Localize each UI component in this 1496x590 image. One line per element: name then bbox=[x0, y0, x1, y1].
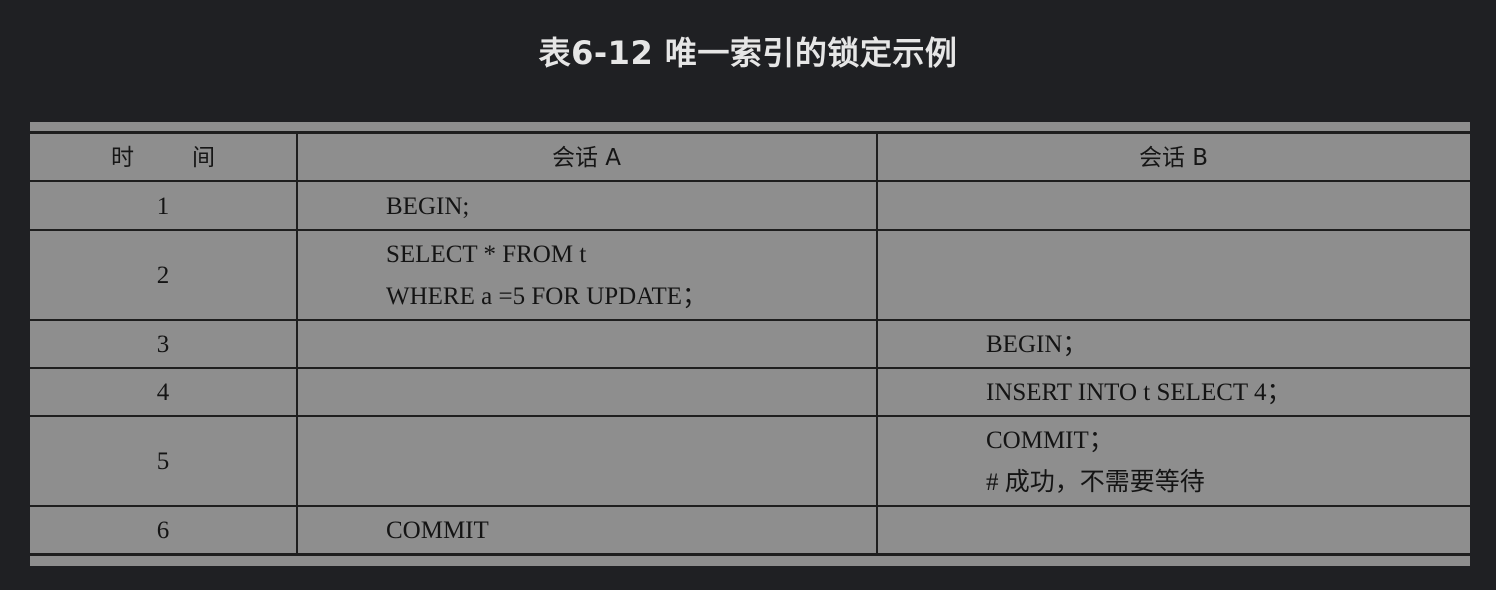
time-cell: 6 bbox=[156, 517, 170, 544]
time-cell: 5 bbox=[156, 448, 170, 475]
session-b-line: COMMIT； bbox=[986, 427, 1114, 454]
header-rule bbox=[30, 180, 1470, 182]
session-a-line: COMMIT bbox=[386, 517, 489, 544]
session-b-line: BEGIN； bbox=[986, 331, 1088, 358]
header-session-a: 会话 A bbox=[551, 145, 622, 171]
time-cell: 2 bbox=[156, 262, 170, 289]
row-rule bbox=[30, 367, 1470, 369]
time-cell: 1 bbox=[156, 193, 170, 220]
session-b-line: # 成功，不需要等待 bbox=[986, 469, 1205, 496]
row-rule bbox=[30, 505, 1470, 507]
row-rule bbox=[30, 415, 1470, 417]
session-a-line: WHERE a =5 FOR UPDATE； bbox=[386, 283, 708, 310]
lock-example-table: 时间 会话 A 会话 B 1 BEGIN; 2 SELECT * FROM t … bbox=[30, 122, 1470, 566]
session-b-line: INSERT INTO t SELECT 4； bbox=[986, 379, 1292, 406]
header-time: 时间 bbox=[30, 137, 296, 179]
session-a-line: SELECT * FROM t bbox=[386, 241, 587, 268]
row-rule bbox=[30, 319, 1470, 321]
column-divider bbox=[876, 134, 878, 554]
time-cell: 3 bbox=[156, 331, 170, 358]
column-divider bbox=[296, 134, 298, 554]
session-a-line: BEGIN; bbox=[386, 193, 470, 220]
header-time-char-2: 间 bbox=[192, 145, 215, 171]
table-caption: 表6-12 唯一索引的锁定示例 bbox=[538, 34, 958, 72]
bottom-rule bbox=[30, 553, 1470, 556]
time-cell: 4 bbox=[156, 379, 170, 406]
top-rule bbox=[30, 131, 1470, 134]
header-session-b: 会话 B bbox=[1138, 145, 1209, 171]
header-time-char-1: 时 bbox=[111, 145, 134, 171]
row-rule bbox=[30, 229, 1470, 231]
